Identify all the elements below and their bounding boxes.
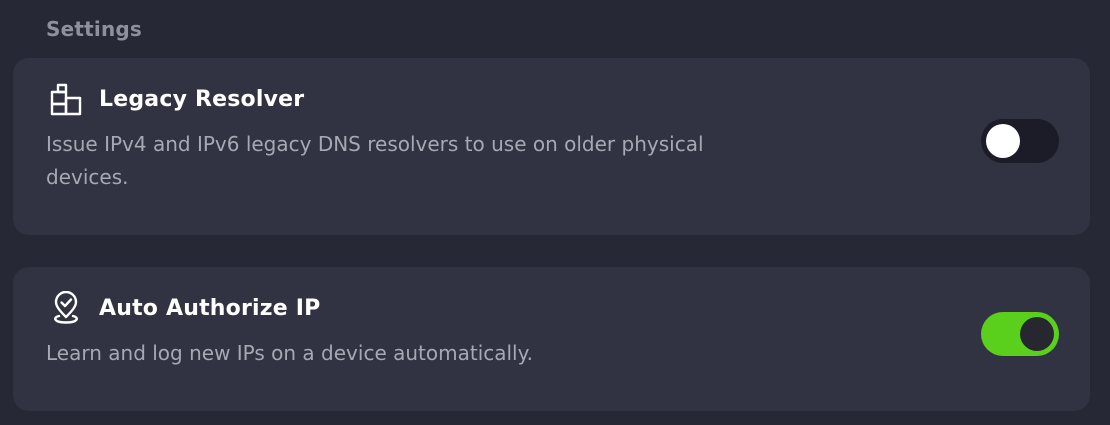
legacy-resolver-icon (49, 82, 83, 116)
legacy-resolver-toggle[interactable] (981, 119, 1059, 163)
location-check-icon (49, 291, 83, 325)
toggle-knob (1020, 317, 1054, 351)
card-header: Legacy Resolver (49, 82, 304, 116)
section-title: Settings (46, 17, 143, 41)
legacy-resolver-card: Legacy Resolver Issue IPv4 and IPv6 lega… (13, 58, 1090, 235)
card-title: Legacy Resolver (99, 86, 305, 112)
card-description: Issue IPv4 and IPv6 legacy DNS resolvers… (46, 132, 704, 189)
settings-page: Settings Legacy Resolver Issue IPv4 and … (0, 0, 1110, 425)
toggle-knob (986, 124, 1020, 158)
auto-authorize-ip-card: Auto Authorize IP Learn and log new IPs … (13, 267, 1090, 411)
card-header: Auto Authorize IP (49, 291, 320, 325)
card-title: Auto Authorize IP (99, 295, 321, 321)
auto-authorize-ip-toggle[interactable] (981, 312, 1059, 356)
card-description: Learn and log new IPs on a device automa… (46, 341, 533, 365)
